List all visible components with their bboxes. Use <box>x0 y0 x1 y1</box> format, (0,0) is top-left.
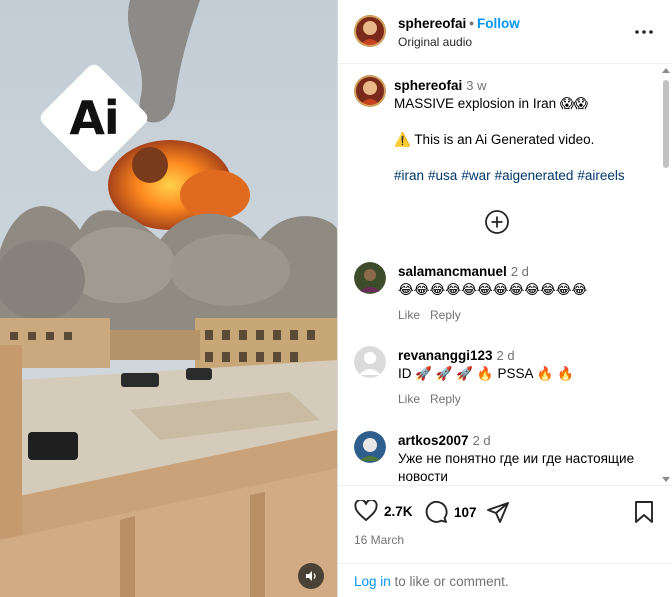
comment-like-button[interactable]: Like <box>398 308 420 322</box>
caption-username[interactable]: sphereofai <box>394 78 462 93</box>
volume-icon <box>306 571 316 581</box>
more-options-button[interactable] <box>634 22 654 42</box>
separator-dot: • <box>469 16 475 31</box>
post-side-panel: sphereofai • Follow Original audio sphereo… <box>337 0 672 597</box>
scroll-up-arrow[interactable] <box>662 68 670 73</box>
comment-text: Уже не понятно где ии где настоящие ново… <box>398 451 635 484</box>
caption-text: MASSIVE explosion in Iran 😱😱 <box>394 96 588 111</box>
badge-text: Ai <box>69 91 119 145</box>
caption-hashtags: #iran #usa #war #aigenerated #aireels <box>394 167 652 185</box>
comments-scrollbar[interactable] <box>661 68 670 482</box>
hashtag-link[interactable]: #aigenerated <box>495 168 574 183</box>
author-avatar[interactable] <box>354 15 386 47</box>
post-actions-footer: 2.7K 107 16 March Log in to like or comm… <box>338 485 672 597</box>
more-options-icon <box>635 30 653 34</box>
caption-time[interactable]: 3 w <box>466 78 486 93</box>
author-username[interactable]: sphereofai <box>398 16 466 31</box>
heart-icon[interactable] <box>354 500 378 522</box>
video-player[interactable]: Ai <box>0 0 337 597</box>
caption-avatar[interactable] <box>354 75 386 107</box>
comment-action: 107 <box>424 500 477 524</box>
caption-warning: ⚠️ This is an Ai Generated video. <box>394 132 595 147</box>
ai-generated-badge: Ai <box>28 52 160 184</box>
commenter-avatar[interactable] <box>354 262 386 294</box>
share-icon[interactable] <box>486 500 510 524</box>
comment-time[interactable]: 2 d <box>497 348 515 363</box>
commenter-username[interactable]: salamancmanuel <box>398 264 507 279</box>
add-circle-icon <box>485 210 509 234</box>
login-link[interactable]: Log in <box>354 574 391 589</box>
hashtag-link[interactable]: #aireels <box>577 168 624 183</box>
likes-count[interactable]: 2.7K <box>384 504 413 519</box>
follow-button[interactable]: Follow <box>477 16 520 31</box>
comments-list[interactable]: sphereofai 3 w MASSIVE explosion in Iran … <box>338 65 672 485</box>
login-prompt-text: to like or comment. <box>390 574 509 589</box>
scroll-thumb[interactable] <box>663 80 669 168</box>
hashtag-link[interactable]: #iran <box>394 168 424 183</box>
comment-text: 😂😂😂😂😂😂😂😂😂😂😂😂 <box>398 282 588 297</box>
mute-button[interactable] <box>298 563 324 589</box>
commenter-avatar[interactable] <box>354 346 386 378</box>
hashtag-link[interactable]: #war <box>461 168 490 183</box>
save-action <box>634 500 654 524</box>
commenter-avatar[interactable] <box>354 431 386 463</box>
load-more-comments-button[interactable] <box>484 209 510 235</box>
comment-time[interactable]: 2 d <box>473 433 491 448</box>
like-action: 2.7K <box>354 500 413 522</box>
comment-time[interactable]: 2 d <box>511 264 529 279</box>
share-action <box>486 500 510 524</box>
comment-text: ID 🚀 🚀 🚀 🔥 PSSA 🔥 🔥 <box>398 366 574 381</box>
commenter-username[interactable]: revananggi123 <box>398 348 493 363</box>
login-prompt: Log in to like or comment. <box>338 563 672 597</box>
comment-reply-button[interactable]: Reply <box>430 392 461 406</box>
bookmark-icon[interactable] <box>634 500 654 524</box>
comment-reply-button[interactable]: Reply <box>430 308 461 322</box>
comments-count[interactable]: 107 <box>454 505 477 520</box>
post-header: sphereofai • Follow Original audio <box>338 0 672 64</box>
scroll-down-arrow[interactable] <box>662 477 670 482</box>
comment-icon[interactable] <box>424 500 448 524</box>
commenter-username[interactable]: artkos2007 <box>398 433 469 448</box>
post-date[interactable]: 16 March <box>354 533 404 547</box>
comment-like-button[interactable]: Like <box>398 392 420 406</box>
audio-label[interactable]: Original audio <box>398 35 472 49</box>
hashtag-link[interactable]: #usa <box>428 168 457 183</box>
